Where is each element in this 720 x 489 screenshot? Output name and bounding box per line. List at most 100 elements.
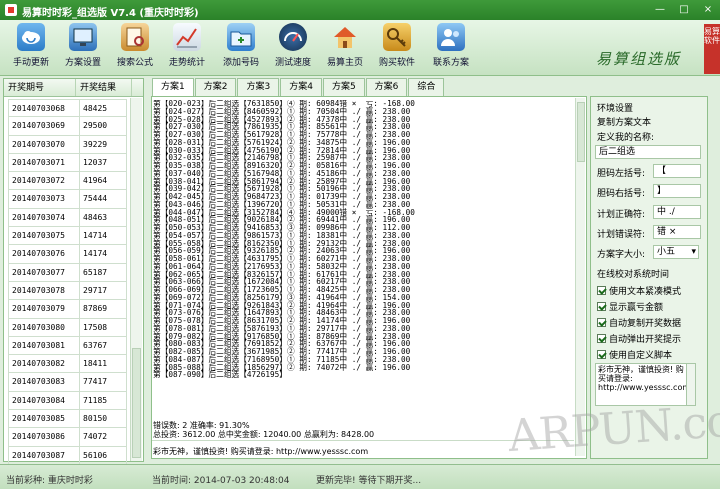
toolbar-label: 购买软件 xyxy=(378,58,415,68)
results-scrollbar[interactable] xyxy=(575,98,585,456)
period-cell: 20140703085 xyxy=(8,410,80,429)
table-row[interactable]: 20140703079 87869 xyxy=(8,300,127,319)
font-size-select[interactable]: 小五 ▾ xyxy=(653,245,699,259)
plan-results-text[interactable]: 第【020-023】后二组选【7631850】④ 期: 60984错 × 亏: … xyxy=(153,100,573,418)
auto-copy-checkbox[interactable]: 自动复制开奖数据 xyxy=(597,316,681,329)
folder-add-icon xyxy=(227,23,255,51)
draw-results-header: 开奖期号 开奖结果 xyxy=(4,79,143,97)
column-header-result[interactable]: 开奖结果 xyxy=(76,79,132,96)
period-cell: 20140703070 xyxy=(8,135,80,154)
buy-software-button[interactable]: 购买软件 xyxy=(374,23,420,73)
column-header-period[interactable]: 开奖期号 xyxy=(4,79,76,96)
error-accuracy-text: 错误数: 2 准确率: 91.30% xyxy=(153,421,250,430)
table-row[interactable]: 20140703071 12037 xyxy=(8,153,127,173)
trend-stats-button[interactable]: 走势统计 xyxy=(164,23,210,73)
compact-mode-checkbox[interactable]: 使用文本紧凑模式 xyxy=(597,284,681,297)
table-row[interactable]: 20140703087 56106 xyxy=(8,446,127,465)
manual-update-button[interactable]: 手动更新 xyxy=(8,23,54,73)
table-row[interactable]: 20140703084 71185 xyxy=(8,391,127,411)
tab-summary[interactable]: 综合 xyxy=(408,78,445,96)
scrollbar-thumb[interactable] xyxy=(132,348,141,458)
toolbar-label: 走势统计 xyxy=(168,58,205,68)
checkbox-checked-icon xyxy=(597,350,606,359)
period-cell: 20140703073 xyxy=(8,190,80,209)
period-cell: 20140703072 xyxy=(8,172,80,191)
current-lottery-status: 当前彩种: 重庆时时彩 xyxy=(6,476,93,486)
table-row[interactable]: 20140703077 65187 xyxy=(8,263,127,282)
plan-settings-button[interactable]: 方案设置 xyxy=(60,23,106,73)
tab-plan-5[interactable]: 方案5 xyxy=(322,78,365,96)
chevron-down-icon: ▾ xyxy=(691,247,696,257)
toolbar: 手动更新 方案设置 搜索公式 走势统计 添加号码 测试速度 易算主页 购买软件 … xyxy=(0,20,720,76)
table-row[interactable]: 20140703078 29717 xyxy=(8,281,127,301)
close-button[interactable]: × xyxy=(700,3,716,16)
result-cell: 14174 xyxy=(80,245,127,264)
result-cell: 87869 xyxy=(80,300,127,319)
left-bracket-field[interactable]: 【 xyxy=(653,164,701,178)
draw-results-scrollbar[interactable] xyxy=(130,98,142,461)
result-cell: 77417 xyxy=(80,373,127,392)
table-row[interactable]: 20140703086 74072 xyxy=(8,428,127,447)
table-row[interactable]: 20140703082 18411 xyxy=(8,355,127,374)
window-title: 易算时时彩_组选版 V7.4 (重庆时时彩) xyxy=(22,8,199,19)
wrong-symbol-field[interactable]: 错 × xyxy=(653,225,701,239)
table-row[interactable]: 20140703070 39229 xyxy=(8,135,127,154)
table-row[interactable]: 20140703068 48425 xyxy=(8,99,127,118)
table-row[interactable]: 20140703074 48463 xyxy=(8,208,127,228)
result-cell: 12037 xyxy=(80,153,127,173)
plan-summary: 错误数: 2 准确率: 91.30% 总投资: 3612.00 总中奖金额: 1… xyxy=(153,421,374,439)
key-icon xyxy=(383,23,411,51)
custom-script-textarea[interactable]: 彩市无神，谨慎投资! 购买请登录: http://www.yesssc.com xyxy=(595,363,687,406)
update-status: 更新完毕! 等待下期开奖... xyxy=(316,476,422,486)
minimize-button[interactable]: — xyxy=(652,3,668,16)
table-row[interactable]: 20140703073 75444 xyxy=(8,190,127,209)
name-field[interactable]: 后二组选 xyxy=(595,145,701,159)
add-number-button[interactable]: 添加号码 xyxy=(218,23,264,73)
table-row[interactable]: 20140703072 41964 xyxy=(8,172,127,191)
checkbox-label: 使用文本紧凑模式 xyxy=(609,287,682,297)
maximize-button[interactable]: □ xyxy=(676,3,692,16)
copy-plan-text-link[interactable]: 复制方案文本 xyxy=(597,115,651,128)
home-page-button[interactable]: 易算主页 xyxy=(322,23,368,73)
table-row[interactable]: 20140703069 29500 xyxy=(8,117,127,136)
tab-plan-4[interactable]: 方案4 xyxy=(280,78,322,96)
toolbar-label: 方案设置 xyxy=(64,58,101,68)
table-row[interactable]: 20140703076 14174 xyxy=(8,245,127,264)
scrollbar-thumb[interactable] xyxy=(577,102,585,162)
period-cell: 20140703080 xyxy=(8,318,80,337)
table-row[interactable]: 20140703081 63767 xyxy=(8,336,127,356)
custom-script-checkbox[interactable]: 使用自定义脚本 xyxy=(597,348,672,361)
result-cell: 56106 xyxy=(80,446,127,465)
period-cell: 20140703075 xyxy=(8,227,80,246)
search-formula-button[interactable]: 搜索公式 xyxy=(112,23,158,73)
result-cell: 29500 xyxy=(80,117,127,136)
checkbox-label: 使用自定义脚本 xyxy=(609,351,673,361)
result-cell: 71185 xyxy=(80,391,127,411)
divider xyxy=(152,440,574,441)
app-icon xyxy=(5,4,17,16)
left-bracket-label: 胆码左括号: xyxy=(597,169,646,179)
result-cell: 74072 xyxy=(80,428,127,447)
tab-plan-3[interactable]: 方案3 xyxy=(237,78,280,96)
toolbar-label: 手动更新 xyxy=(12,58,49,68)
table-row[interactable]: 20140703080 17508 xyxy=(8,318,127,337)
checkbox-checked-icon xyxy=(597,286,606,295)
auto-popup-checkbox[interactable]: 自动弹出开奖提示 xyxy=(597,332,681,345)
sync-time-link[interactable]: 在线校对系统时间 xyxy=(597,267,669,280)
textarea-scrollbar[interactable] xyxy=(687,363,696,406)
table-row[interactable]: 20140703083 77417 xyxy=(8,373,127,392)
table-row[interactable]: 20140703085 80150 xyxy=(8,410,127,429)
name-label: 定义我的名称: xyxy=(597,133,655,143)
tab-plan-1[interactable]: 方案1 xyxy=(152,78,194,97)
table-row[interactable]: 20140703075 14714 xyxy=(8,227,127,246)
window-controls: — □ × xyxy=(652,3,716,16)
contact-button[interactable]: 联系方案 xyxy=(428,23,474,73)
show-profit-checkbox[interactable]: 显示赢亏金额 xyxy=(597,300,663,313)
tab-plan-6[interactable]: 方案6 xyxy=(365,78,408,96)
right-bracket-field[interactable]: 】 xyxy=(653,184,701,198)
tab-plan-2[interactable]: 方案2 xyxy=(194,78,237,96)
result-cell: 63767 xyxy=(80,336,127,356)
font-size-label: 方案字大小: xyxy=(597,250,646,260)
correct-symbol-field[interactable]: 中 ./ xyxy=(653,205,701,219)
test-speed-button[interactable]: 测试速度 xyxy=(270,23,316,73)
